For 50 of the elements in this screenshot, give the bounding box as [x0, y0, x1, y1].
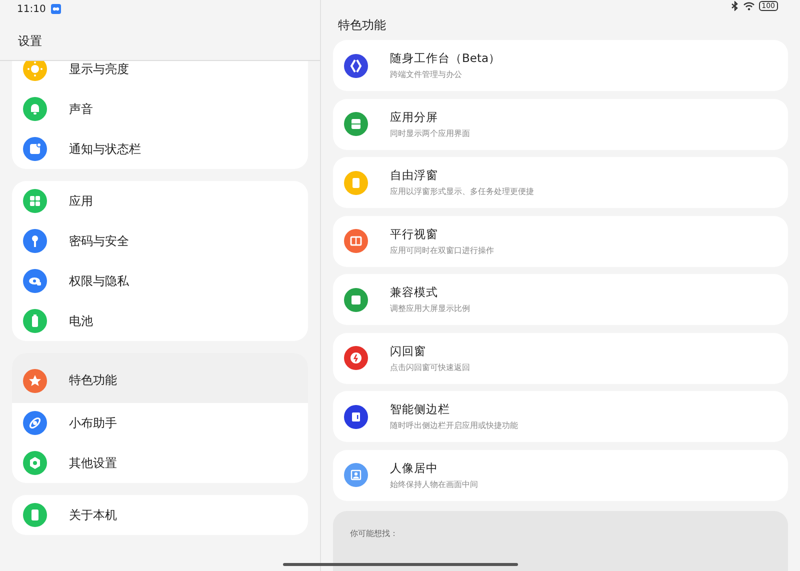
key-icon [23, 229, 47, 253]
page-title: 特色功能 [338, 17, 386, 34]
sidebar-item[interactable]: 其他设置 [12, 443, 308, 483]
feature-card[interactable]: 平行视窗 应用可同时在双窗口进行操作 [333, 216, 788, 266]
feature-card[interactable]: 自由浮窗 应用以浮窗形式显示、多任务处理更便捷 [333, 157, 788, 208]
bluetooth-icon [730, 0, 739, 11]
battery-icon [23, 309, 47, 333]
feature-description: 调整应用大屏显示比例 [390, 303, 470, 314]
feature-title: 应用分屏 [390, 110, 439, 124]
feature-title: 自由浮窗 [390, 168, 439, 183]
feature-title: 随身工作台（Beta） [390, 51, 501, 66]
feature-card[interactable]: 随身工作台（Beta） 跨端文件管理与办公 [333, 40, 788, 91]
feature-description: 同时显示两个应用界面 [390, 128, 470, 138]
sidebar-item[interactable]: 声音 [12, 89, 308, 129]
sidebar-item[interactable]: 权限与隐私 [12, 261, 308, 301]
feature-description: 应用以浮窗形式显示、多任务处理更便捷 [390, 186, 534, 197]
feature-title: 人像居中 [390, 460, 439, 476]
orbit-icon [23, 411, 47, 435]
feature-card[interactable]: 应用分屏 同时显示两个应用界面 [333, 98, 788, 150]
feature-description: 跨端文件管理与办公 [390, 69, 463, 80]
status-time: 11:10 [17, 4, 46, 14]
feature-title: 兼容模式 [390, 285, 439, 300]
sidebar-item[interactable]: 显示与亮度 [12, 61, 308, 89]
sidebar-item[interactable]: 电池 [12, 301, 308, 341]
sidebar-item[interactable]: 通知与状态栏 [12, 129, 308, 169]
phone-icon [23, 503, 47, 527]
sidebar-item[interactable]: 关于本机 [12, 495, 308, 535]
sidebar-item[interactable]: 应用 [12, 181, 308, 221]
feature-title: 闪回窗 [390, 344, 427, 358]
sidebar-item[interactable]: 特色功能 [12, 353, 308, 403]
feature-description: 随时呼出侧边栏开启应用或快捷功能 [390, 420, 518, 431]
suggestions-heading: 你可能想找： [350, 529, 398, 538]
feature-title: 智能侧边栏 [390, 402, 451, 417]
feature-description: 始终保持人物在画面中间 [390, 478, 478, 490]
home-indicator[interactable] [283, 563, 518, 566]
sidebar-item[interactable]: 小布助手 [12, 403, 308, 443]
grid-icon [23, 189, 47, 213]
sidebar-item[interactable]: 密码与安全 [12, 221, 308, 261]
feature-card[interactable]: 人像居中 始终保持人物在画面中间 [333, 450, 788, 500]
feature-title: 平行视窗 [390, 226, 439, 242]
feature-description: 应用可同时在双窗口进行操作 [390, 244, 494, 256]
sidebar-title: 设置 [18, 32, 42, 50]
feature-description: 点击闪回窗可快速返回 [390, 362, 470, 372]
app-badge-icon [50, 4, 61, 14]
feature-card[interactable]: 兼容模式 调整应用大屏显示比例 [333, 274, 788, 325]
bell-icon [23, 97, 47, 121]
feature-card[interactable]: 闪回窗 点击闪回窗可快速返回 [333, 332, 788, 384]
feature-card[interactable]: 智能侧边栏 随时呼出侧边栏开启应用或快捷功能 [333, 391, 788, 442]
wifi-icon [742, 0, 755, 11]
notification-icon [23, 137, 47, 161]
